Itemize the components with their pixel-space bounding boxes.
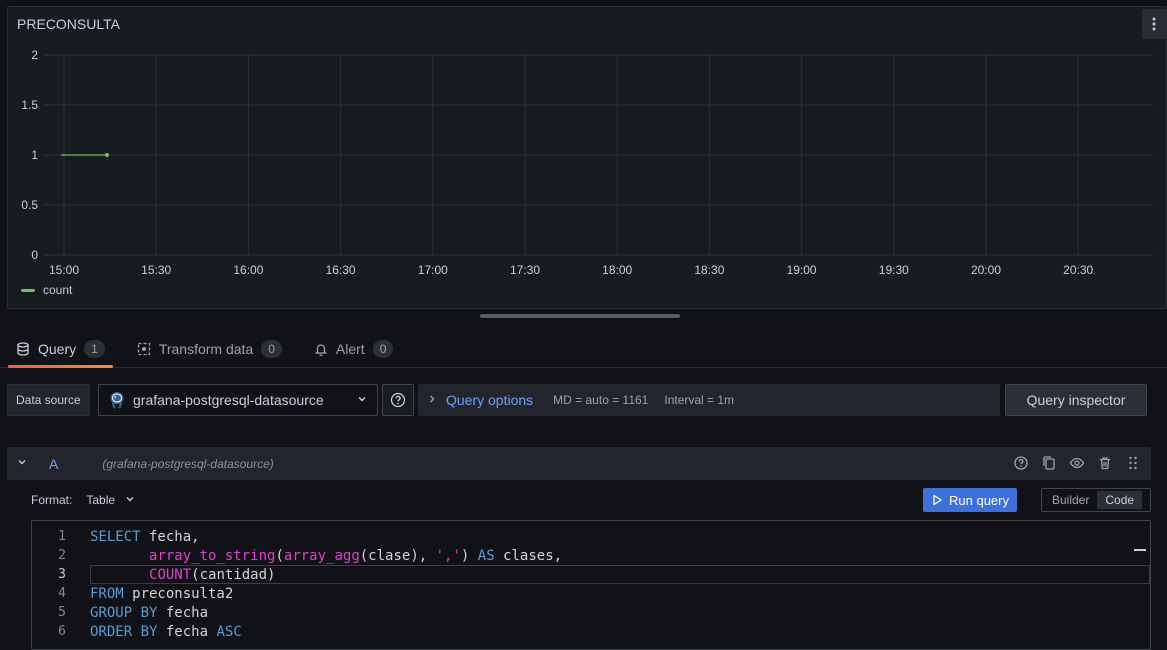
editor-mode-toggle: Builder Code — [1041, 488, 1151, 512]
query-ref-id[interactable]: A — [49, 456, 58, 472]
y-tick-label: 1.5 — [21, 98, 38, 112]
code-text: FROM preconsulta2 — [90, 585, 234, 602]
line-number: 6 — [58, 624, 66, 639]
database-icon — [17, 341, 29, 356]
x-tick-label: 18:00 — [602, 263, 632, 277]
sql-code-editor[interactable]: 1 SELECT fecha, 2 array_to_string(array_… — [31, 520, 1151, 650]
line-number: 5 — [58, 605, 66, 620]
format-select[interactable]: Table — [86, 493, 115, 507]
x-tick-label: 16:30 — [326, 263, 356, 277]
datasource-row: Data source grafana-postgresql-datasourc… — [7, 384, 1167, 416]
code-text: ORDER BY fecha ASC — [90, 623, 242, 640]
tab-transform-data[interactable]: Transform data 0 — [121, 330, 298, 367]
datasource-picker[interactable]: grafana-postgresql-datasource — [98, 384, 378, 416]
code-line: 1 SELECT fecha, — [32, 527, 1150, 546]
chevron-right-icon — [428, 393, 436, 407]
line-number: 1 — [58, 529, 66, 544]
legend[interactable]: count — [21, 283, 72, 297]
code-line-current: 3 COUNT(cantidad) — [32, 565, 1150, 584]
panel-resize-handle[interactable] — [480, 314, 680, 318]
y-tick-label: 1 — [31, 148, 38, 162]
play-icon — [933, 494, 942, 506]
transform-icon — [137, 342, 150, 355]
tab-query-count: 1 — [84, 339, 105, 358]
delete-query-button[interactable] — [1097, 455, 1113, 471]
x-tick-label: 20:30 — [1063, 263, 1093, 277]
copy-icon — [1043, 456, 1055, 470]
datasource-label: Data source — [7, 384, 90, 416]
y-tick-label: 0 — [31, 248, 38, 262]
bell-icon — [314, 343, 327, 356]
interval-value: Interval = 1m — [664, 393, 735, 407]
format-label: Format: — [31, 493, 73, 507]
tab-query[interactable]: Query 1 — [0, 330, 121, 368]
x-tick-label: 20:00 — [971, 263, 1001, 277]
chevron-down-icon[interactable] — [125, 494, 135, 507]
x-tick-label: 16:00 — [233, 263, 263, 277]
drag-handle[interactable] — [1125, 455, 1141, 471]
tab-transform-label: Transform data — [158, 340, 254, 357]
tab-alert-count: 0 — [372, 339, 394, 358]
mode-builder-option[interactable]: Builder — [1044, 491, 1097, 509]
current-line-highlight — [90, 565, 1150, 584]
datasource-help-button[interactable] — [382, 384, 414, 416]
legend-swatch — [21, 288, 35, 292]
drag-handle-icon — [1129, 456, 1137, 470]
question-circle-icon — [390, 392, 406, 408]
query-row-actions — [1013, 455, 1141, 471]
postgresql-icon — [110, 392, 124, 409]
run-query-label: Run query — [949, 492, 1009, 508]
trash-icon — [1100, 457, 1110, 470]
legend-label[interactable]: count — [43, 283, 72, 297]
tab-transform-count: 0 — [261, 339, 282, 358]
chart-plot[interactable]: 0 0.5 1 1.5 2 15:00 15:30 16:00 16:30 17:00 17:30 1… — [8, 7, 1166, 287]
time-series-panel: PRECONSULTA 0 0.5 1 1.5 2 15:00 15:30 16:00 16:3… — [7, 6, 1167, 309]
y-tick-label: 0.5 — [21, 198, 38, 212]
line-number: 4 — [58, 586, 66, 601]
max-data-points: MD = auto = 1161 — [553, 393, 649, 407]
x-tick-label: 15:30 — [141, 263, 171, 277]
x-tick-label: 18:30 — [694, 263, 724, 277]
tab-alert-label: Alert — [335, 340, 365, 357]
code-line: 2 array_to_string(array_agg(clase), ',')… — [32, 546, 1150, 565]
help-button[interactable] — [1013, 455, 1029, 471]
x-tick-label: 19:30 — [879, 263, 909, 277]
duplicate-query-button[interactable] — [1041, 455, 1057, 471]
code-text: array_to_string(array_agg(clase), ',') A… — [149, 547, 563, 564]
code-text: SELECT fecha, — [90, 528, 200, 545]
toggle-visibility-button[interactable] — [1069, 455, 1085, 471]
mode-code-option[interactable]: Code — [1097, 491, 1143, 509]
query-inspector-button[interactable]: Query inspector — [1005, 384, 1147, 416]
format-row: Format: Table — [31, 488, 135, 512]
query-options-toggle[interactable]: Query options — [446, 392, 533, 408]
editor-overview-marker — [1134, 549, 1146, 551]
query-row-header: A (grafana-postgresql-datasource) — [7, 447, 1151, 480]
editor-tabs: Query 1 Transform data 0 Alert 0 — [0, 330, 1167, 368]
query-options-bar[interactable]: Query options MD = auto = 1161 Interval … — [418, 384, 1000, 416]
line-number: 3 — [58, 567, 66, 582]
tab-query-label: Query — [38, 340, 77, 357]
tab-alert[interactable]: Alert 0 — [298, 330, 409, 367]
x-tick-label: 15:00 — [49, 263, 79, 277]
collapse-query-button[interactable] — [17, 457, 31, 470]
line-number: 2 — [58, 548, 66, 563]
run-query-button[interactable]: Run query — [923, 488, 1017, 512]
chevron-down-icon — [18, 460, 26, 465]
x-tick-label: 19:00 — [787, 263, 817, 277]
datasource-name: grafana-postgresql-datasource — [133, 392, 324, 408]
eye-icon — [1069, 457, 1085, 469]
y-tick-label: 2 — [31, 48, 38, 62]
code-line: 6 ORDER BY fecha ASC — [32, 622, 1150, 641]
query-datasource-name: (grafana-postgresql-datasource) — [102, 456, 274, 471]
series-point — [105, 153, 110, 157]
code-text: GROUP BY fecha — [90, 604, 209, 621]
question-circle-icon — [1014, 456, 1028, 470]
x-tick-label: 17:00 — [418, 263, 448, 277]
code-line: 4 FROM preconsulta2 — [32, 584, 1150, 603]
code-line: 5 GROUP BY fecha — [32, 603, 1150, 622]
chevron-down-icon — [357, 394, 367, 407]
x-tick-label: 17:30 — [510, 263, 540, 277]
